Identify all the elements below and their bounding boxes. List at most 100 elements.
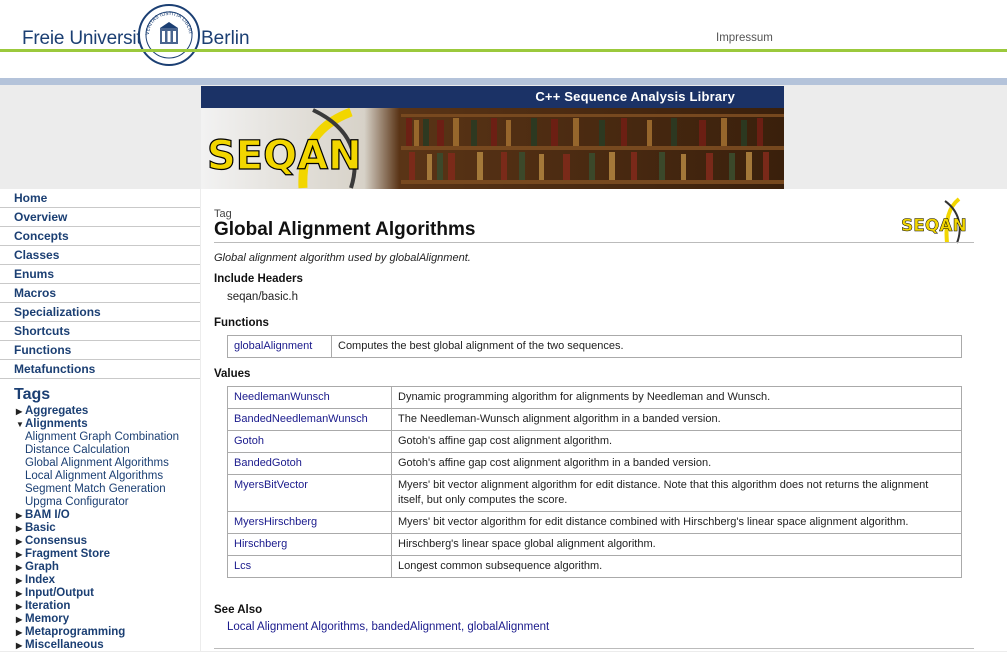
table-row: globalAlignment Computes the best global … — [227, 335, 962, 358]
tag-group-label[interactable]: Index — [25, 574, 55, 586]
see-also-link-local-alignment-algorithms[interactable]: Local Alignment Algorithms — [227, 621, 365, 633]
nav-item-concepts[interactable]: Concepts — [0, 227, 200, 246]
triangle-right-icon[interactable]: ▶ — [16, 405, 25, 418]
tag-group-label[interactable]: Aggregates — [25, 405, 88, 417]
table-row: BandedGotoh Gotoh's affine gap cost align… — [227, 452, 962, 475]
triangle-right-icon[interactable]: ▶ — [16, 587, 25, 600]
entry-link-bandedgotoh[interactable]: BandedGotoh — [234, 457, 302, 469]
tag-group-label[interactable]: Iteration — [25, 600, 70, 612]
tag-item-local-alignment-algorithms[interactable]: Local Alignment Algorithms — [0, 470, 200, 483]
title-divider — [214, 242, 974, 243]
nav-item-specializations[interactable]: Specializations — [0, 303, 200, 322]
triangle-right-icon[interactable]: ▶ — [16, 639, 25, 652]
triangle-right-icon[interactable]: ▶ — [16, 626, 25, 639]
entry-link-hirschberg[interactable]: Hirschberg — [234, 538, 287, 550]
values-table: NeedlemanWunsch Dynamic programming algor… — [227, 386, 962, 578]
entry-description: Computes the best global alignment of th… — [331, 335, 962, 358]
table-row: Gotoh Gotoh's affine gap cost alignment a… — [227, 430, 962, 453]
entry-link-myershirschberg[interactable]: MyersHirschberg — [234, 516, 317, 528]
functions-table: globalAlignment Computes the best global … — [227, 335, 962, 358]
include-header-value: seqan/basic.h — [227, 291, 298, 303]
nav-item-classes[interactable]: Classes — [0, 246, 200, 265]
entry-link-bandedneedlemanwunsch[interactable]: BandedNeedlemanWunsch — [234, 413, 368, 425]
tag-group-label[interactable]: Fragment Store — [25, 548, 110, 560]
nav-item-metafunctions[interactable]: Metafunctions — [0, 360, 200, 379]
nav-item-overview[interactable]: Overview — [0, 208, 200, 227]
tag-group-label[interactable]: Alignments — [25, 418, 88, 430]
triangle-right-icon[interactable]: ▶ — [16, 535, 25, 548]
tag-group-label[interactable]: Basic — [25, 522, 56, 534]
see-also-heading: See Also — [214, 604, 263, 616]
tag-group-iteration[interactable]: ▶ Iteration — [0, 600, 200, 613]
tag-item-segment-match-generation[interactable]: Segment Match Generation — [0, 483, 200, 496]
nav-item-home[interactable]: Home — [0, 189, 200, 208]
entry-description: The Needleman-Wunsch alignment algorithm… — [391, 408, 962, 431]
table-row: BandedNeedlemanWunsch The Needleman-Wunsc… — [227, 408, 962, 431]
table-row: NeedlemanWunsch Dynamic programming algor… — [227, 386, 962, 409]
header-divider — [0, 78, 1007, 85]
entry-link-globalalignment[interactable]: globalAlignment — [234, 340, 312, 352]
seqan-banner-logo-text: SEQAN — [207, 133, 362, 179]
tag-item-upgma-configurator[interactable]: Upgma Configurator — [0, 496, 200, 509]
tag-group-label[interactable]: Graph — [25, 561, 59, 573]
entry-link-myersbitvector[interactable]: MyersBitVector — [234, 479, 308, 491]
table-row: Lcs Longest common subsequence algorithm. — [227, 555, 962, 578]
sidebar-nav: Home Overview Concepts Classes Enums Macros Sp… — [0, 189, 200, 651]
tag-group-graph[interactable]: ▶ Graph — [0, 561, 200, 574]
tag-group-label[interactable]: Metaprogramming — [25, 626, 125, 638]
entry-description: Hirschberg's linear space global alignme… — [391, 533, 962, 556]
triangle-right-icon[interactable]: ▶ — [16, 522, 25, 535]
entry-link-lcs[interactable]: Lcs — [234, 560, 251, 572]
triangle-right-icon[interactable]: ▶ — [16, 613, 25, 626]
see-also-link-globalalignment[interactable]: globalAlignment — [467, 621, 549, 633]
see-also-link-bandedalignment[interactable]: bandedAlignment — [371, 621, 461, 633]
table-row: Hirschberg Hirschberg's linear space glob… — [227, 533, 962, 556]
triangle-down-icon[interactable]: ▼ — [16, 418, 25, 431]
impressum-link[interactable]: Impressum — [716, 32, 773, 44]
entry-link-needlemanwunsch[interactable]: NeedlemanWunsch — [234, 391, 330, 403]
tag-group-memory[interactable]: ▶ Memory — [0, 613, 200, 626]
nav-item-macros[interactable]: Macros — [0, 284, 200, 303]
entry-description: Gotoh's affine gap cost alignment algori… — [391, 430, 962, 453]
entry-description: Myers' bit vector alignment algorithm fo… — [391, 474, 962, 512]
tag-item-distance-calculation[interactable]: Distance Calculation — [0, 444, 200, 457]
university-seal-logo[interactable]: VERITAS IUSTITIA LIBERTAS — [138, 4, 200, 66]
tag-group-consensus[interactable]: ▶ Consensus — [0, 535, 200, 548]
tag-group-label[interactable]: Memory — [25, 613, 69, 625]
triangle-right-icon[interactable]: ▶ — [16, 509, 25, 522]
tag-group-label[interactable]: Consensus — [25, 535, 87, 547]
tag-item-global-alignment-algorithms[interactable]: Global Alignment Algorithms — [0, 457, 200, 470]
tag-group-alignments[interactable]: ▼Alignments — [0, 418, 200, 431]
tag-group-metaprogramming[interactable]: ▶ Metaprogramming — [0, 626, 200, 639]
tag-group-miscellaneous[interactable]: ▶ Miscellaneous — [0, 639, 200, 652]
tag-group-index[interactable]: ▶ Index — [0, 574, 200, 587]
triangle-right-icon[interactable]: ▶ — [16, 574, 25, 587]
university-name-right[interactable]: Berlin — [201, 28, 250, 50]
nav-item-functions[interactable]: Functions — [0, 341, 200, 360]
nav-item-shortcuts[interactable]: Shortcuts — [0, 322, 200, 341]
tag-group-aggregates[interactable]: ▶ Aggregates — [0, 405, 200, 418]
tag-group-label[interactable]: BAM I/O — [25, 509, 70, 521]
functions-heading: Functions — [214, 317, 269, 329]
triangle-right-icon[interactable]: ▶ — [16, 600, 25, 613]
tag-group-basic[interactable]: ▶ Basic — [0, 522, 200, 535]
university-name-left[interactable]: Freie Universität — [22, 28, 157, 50]
seqan-logo[interactable]: SEQAN — [901, 197, 973, 245]
tag-item-alignment-graph-combination[interactable]: Alignment Graph Combination — [0, 431, 200, 444]
entry-link-gotoh[interactable]: Gotoh — [234, 435, 264, 447]
tag-group-bam-i-o[interactable]: ▶ BAM I/O — [0, 509, 200, 522]
page-title: Global Alignment Algorithms — [214, 219, 476, 240]
entry-description: Myers' bit vector algorithm for edit dis… — [391, 511, 962, 534]
seqan-logo-text: SEQAN — [901, 216, 967, 236]
entry-description: Gotoh's affine gap cost alignment algori… — [391, 452, 962, 475]
triangle-right-icon[interactable]: ▶ — [16, 561, 25, 574]
tag-group-label[interactable]: Miscellaneous — [25, 639, 104, 651]
tag-group-input-output[interactable]: ▶ Input/Output — [0, 587, 200, 600]
nav-item-enums[interactable]: Enums — [0, 265, 200, 284]
tag-group-fragment-store[interactable]: ▶ Fragment Store — [0, 548, 200, 561]
tag-group-label[interactable]: Input/Output — [25, 587, 94, 599]
table-row: MyersHirschberg Myers' bit vector algorit… — [227, 511, 962, 534]
triangle-right-icon[interactable]: ▶ — [16, 548, 25, 561]
entry-description: Dynamic programming algorithm for alignm… — [391, 386, 962, 409]
university-header: Freie Universität VERITAS IUSTITIA LIBER… — [0, 0, 1007, 78]
